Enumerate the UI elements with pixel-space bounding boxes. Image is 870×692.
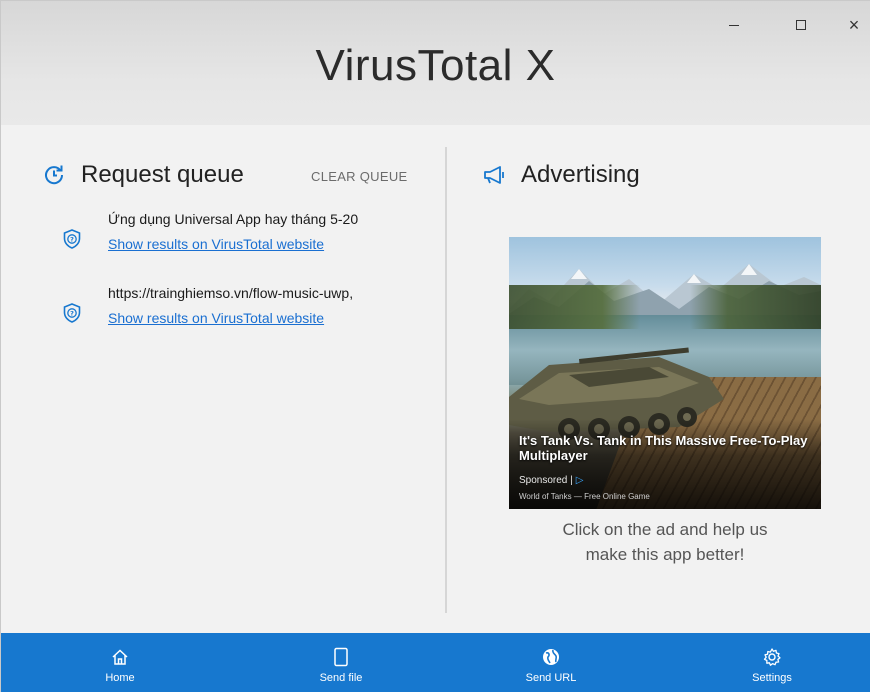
nav-label: Home bbox=[105, 672, 135, 684]
nav-label: Settings bbox=[752, 672, 792, 684]
svg-text:?: ? bbox=[70, 310, 74, 318]
ad-banner[interactable]: It's Tank Vs. Tank in This Massive Free-… bbox=[509, 237, 821, 509]
queue-header: Request queue bbox=[41, 161, 244, 189]
ad-headline: It's Tank Vs. Tank in This Massive Free-… bbox=[519, 433, 808, 463]
minimize-icon bbox=[729, 24, 739, 26]
sponsored-text: Sponsored | bbox=[519, 475, 573, 486]
queue-item-name: https://trainghiemso.vn/flow-music-uwp, bbox=[108, 285, 354, 301]
show-results-link[interactable]: Show results on VirusTotal website bbox=[108, 310, 324, 326]
ad-forest-image bbox=[509, 285, 821, 329]
clear-queue-button[interactable]: CLEAR QUEUE bbox=[311, 169, 408, 184]
maximize-icon bbox=[796, 20, 806, 30]
home-icon bbox=[110, 647, 130, 667]
svg-text:?: ? bbox=[70, 236, 74, 244]
title-bar: VirusTotal X × bbox=[1, 1, 870, 125]
queue-item-name: Ứng dụng Universal App hay tháng 5-20 bbox=[108, 211, 359, 227]
file-icon bbox=[331, 647, 351, 667]
megaphone-icon bbox=[481, 162, 507, 188]
nav-label: Send URL bbox=[525, 672, 577, 684]
gear-icon bbox=[762, 647, 782, 667]
nav-settings[interactable]: Settings bbox=[712, 633, 832, 692]
shield-question-icon: ? bbox=[63, 303, 81, 323]
nav-home[interactable]: Home bbox=[60, 633, 180, 692]
queue-title: Request queue bbox=[81, 161, 244, 188]
minimize-button[interactable] bbox=[724, 15, 744, 35]
nav-label: Send file bbox=[319, 672, 363, 684]
main-content: Request queue CLEAR QUEUE ? Ứng dụng Uni… bbox=[1, 125, 870, 633]
bottom-nav-bar: Home Send file Send URL Settings bbox=[1, 633, 870, 692]
history-refresh-icon bbox=[41, 162, 67, 188]
column-divider bbox=[445, 147, 447, 613]
show-results-link[interactable]: Show results on VirusTotal website bbox=[108, 236, 324, 252]
shield-question-icon: ? bbox=[63, 229, 81, 249]
advertising-header: Advertising bbox=[481, 161, 640, 189]
ad-sponsored-label: Sponsored | ▷ bbox=[519, 475, 583, 486]
ad-caption: Click on the ad and help us make this ap… bbox=[509, 517, 821, 567]
app-title: VirusTotal X bbox=[315, 41, 556, 90]
advertising-title: Advertising bbox=[521, 161, 640, 188]
adchoices-icon[interactable]: ▷ bbox=[576, 475, 584, 486]
ad-caption-line: Click on the ad and help us bbox=[562, 520, 768, 539]
maximize-button[interactable] bbox=[791, 15, 811, 35]
close-button[interactable]: × bbox=[844, 15, 864, 35]
nav-send-file[interactable]: Send file bbox=[281, 633, 401, 692]
ad-source: World of Tanks — Free Online Game bbox=[519, 492, 650, 501]
nav-send-url[interactable]: Send URL bbox=[491, 633, 611, 692]
globe-icon bbox=[541, 647, 561, 667]
ad-caption-line: make this app better! bbox=[585, 545, 745, 564]
app-window: VirusTotal X × Request queue CLEAR QUEUE bbox=[0, 0, 870, 692]
